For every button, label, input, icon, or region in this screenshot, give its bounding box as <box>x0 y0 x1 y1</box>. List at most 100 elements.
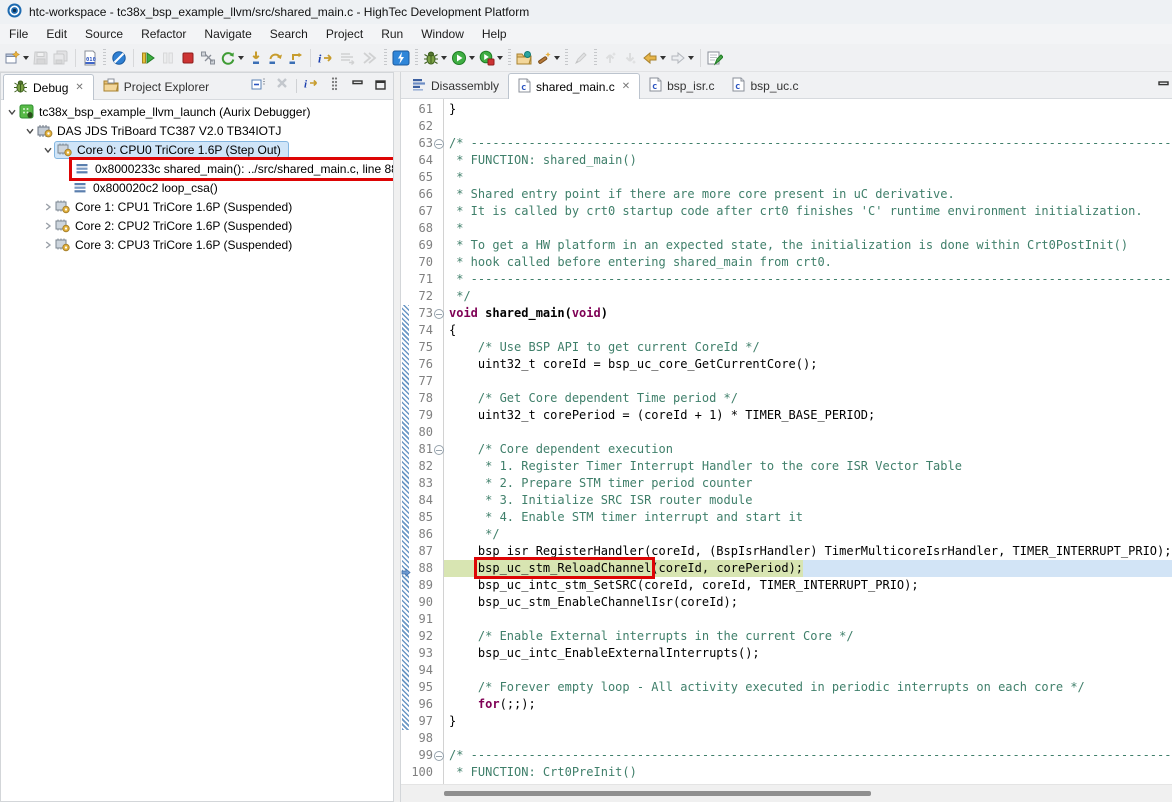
flash-device-button[interactable] <box>390 47 412 69</box>
code-line-89[interactable]: bsp_uc_intc_stm_SetSRC(coreId, coreId, T… <box>444 577 1172 594</box>
dropdown-caret-icon[interactable] <box>554 56 560 60</box>
code-line-84[interactable]: * 3. Initialize SRC ISR router module <box>444 492 1172 509</box>
code-line-92[interactable]: /* Enable External interrupts in the cur… <box>444 628 1172 645</box>
step-into-button[interactable] <box>246 47 266 69</box>
maximize-view-button[interactable] <box>372 77 389 94</box>
code-line-72[interactable]: */ <box>444 288 1172 305</box>
code-line-94[interactable] <box>444 662 1172 679</box>
dropdown-caret-icon[interactable] <box>497 56 503 60</box>
remove-terminated-button[interactable] <box>273 77 290 94</box>
horizontal-scrollbar[interactable] <box>401 784 1172 802</box>
code-line-66[interactable]: * Shared entry point if there are more c… <box>444 186 1172 203</box>
fold-collapse-icon[interactable] <box>434 139 444 149</box>
expanded-arrow-icon[interactable] <box>5 105 18 118</box>
code-line-87[interactable]: bsp_isr_RegisterHandler(coreId, (BspIsrH… <box>444 543 1172 560</box>
tree-row-3[interactable]: 0x8000233c shared_main(): ../src/shared_… <box>59 159 393 178</box>
binary-file-button[interactable]: 010 <box>80 47 100 69</box>
menu-window[interactable]: Window <box>412 25 473 43</box>
code-line-97[interactable]: } <box>444 713 1172 730</box>
tree-row-0[interactable]: tc38x_bsp_example_llvm_launch (Aurix Deb… <box>5 102 313 121</box>
expanded-arrow-icon[interactable] <box>41 143 54 156</box>
code-line-65[interactable]: * <box>444 169 1172 186</box>
tab-shared-main-c[interactable]: cshared_main.c✕ <box>508 73 640 99</box>
tree-row-1[interactable]: DAS JDS TriBoard TC387 V2.0 TB34IOTJ <box>23 121 284 140</box>
expanded-arrow-icon[interactable] <box>23 124 36 137</box>
dropdown-caret-icon[interactable] <box>688 56 694 60</box>
close-tab-icon[interactable]: ✕ <box>622 82 630 92</box>
editor-gutter[interactable]: 6162636465666768697071727374757677787980… <box>401 99 444 785</box>
code-line-96[interactable]: for(;;); <box>444 696 1172 713</box>
dropdown-caret-icon[interactable] <box>469 56 475 60</box>
code-line-64[interactable]: * FUNCTION: shared_main() <box>444 152 1172 169</box>
collapse-all-button[interactable] <box>250 77 267 94</box>
open-element-button[interactable] <box>514 47 534 69</box>
dropdown-caret-icon[interactable] <box>441 56 447 60</box>
code-line-81[interactable]: /* Core dependent execution <box>444 441 1172 458</box>
run-launch-button[interactable] <box>449 47 477 69</box>
forward-history-button[interactable] <box>668 47 696 69</box>
code-line-95[interactable]: /* Forever empty loop - All activity exe… <box>444 679 1172 696</box>
menu-project[interactable]: Project <box>317 25 372 43</box>
code-line-69[interactable]: * To get a HW platform in an expected st… <box>444 237 1172 254</box>
code-line-100[interactable]: * FUNCTION: Crt0PreInit() <box>444 764 1172 781</box>
minimize-view-button[interactable] <box>349 77 366 94</box>
menu-help[interactable]: Help <box>473 25 516 43</box>
current-debug-line[interactable]: bsp_uc_stm_ReloadChannel(coreId, corePer… <box>444 560 1172 577</box>
code-line-80[interactable] <box>444 424 1172 441</box>
code-line-99[interactable]: /* -------------------------------------… <box>444 747 1172 764</box>
code-line-74[interactable]: { <box>444 322 1172 339</box>
tree-row-4[interactable]: 0x800020c2 loop_csa() <box>59 178 221 197</box>
restart-button[interactable] <box>218 47 246 69</box>
tab-bsp-isr-c[interactable]: cbsp_isr.c <box>640 73 723 98</box>
code-line-93[interactable]: bsp_uc_intc_EnableExternalInterrupts(); <box>444 645 1172 662</box>
fold-collapse-icon[interactable] <box>434 751 444 761</box>
coverage-launch-button[interactable] <box>477 47 505 69</box>
view-menu-button[interactable] <box>326 77 343 94</box>
disconnect-button[interactable] <box>198 47 218 69</box>
code-line-78[interactable]: /* Get Core dependent Time period */ <box>444 390 1172 407</box>
code-line-71[interactable]: * --------------------------------------… <box>444 271 1172 288</box>
code-line-75[interactable]: /* Use BSP API to get current CoreId */ <box>444 339 1172 356</box>
collapsed-arrow-icon[interactable] <box>41 219 54 232</box>
tree-row-2[interactable]: Core 0: CPU0 TriCore 1.6P (Step Out) <box>41 140 289 159</box>
menu-source[interactable]: Source <box>76 25 132 43</box>
code-line-90[interactable]: bsp_uc_stm_EnableChannelIsr(coreId); <box>444 594 1172 611</box>
code-line-83[interactable]: * 2. Prepare STM timer period counter <box>444 475 1172 492</box>
code-line-73[interactable]: void shared_main(void) <box>444 305 1172 322</box>
tab-debug[interactable]: Debug✕ <box>3 74 94 100</box>
step-return-button[interactable] <box>286 47 306 69</box>
debug-launch-button[interactable] <box>421 47 449 69</box>
horizontal-scrollbar-thumb[interactable] <box>444 791 871 796</box>
code-line-70[interactable]: * hook called before entering shared_mai… <box>444 254 1172 271</box>
tree-row-6[interactable]: Core 2: CPU2 TriCore 1.6P (Suspended) <box>41 216 295 235</box>
instruction-stepping-button[interactable]: i <box>315 47 337 69</box>
collapsed-arrow-icon[interactable] <box>41 200 54 213</box>
code-line-79[interactable]: uint32_t corePeriod = (coreId + 1) * TIM… <box>444 407 1172 424</box>
code-editor[interactable]: } /* ------------------------------------… <box>401 99 1172 802</box>
fold-collapse-icon[interactable] <box>434 445 444 455</box>
tab-bsp-uc-c[interactable]: cbsp_uc.c <box>723 73 807 98</box>
tree-row-7[interactable]: Core 3: CPU3 TriCore 1.6P (Suspended) <box>41 235 295 254</box>
dropdown-caret-icon[interactable] <box>23 56 29 60</box>
tab-disassembly[interactable]: Disassembly <box>403 73 508 98</box>
collapsed-arrow-icon[interactable] <box>41 238 54 251</box>
step-over-button[interactable] <box>266 47 286 69</box>
fold-collapse-icon[interactable] <box>434 309 444 319</box>
search-wand-button[interactable] <box>534 47 562 69</box>
terminate-button[interactable] <box>178 47 198 69</box>
code-line-67[interactable]: * It is called by crt0 startup code afte… <box>444 203 1172 220</box>
dropdown-caret-icon[interactable] <box>238 56 244 60</box>
code-line-68[interactable]: * <box>444 220 1172 237</box>
menu-run[interactable]: Run <box>372 25 412 43</box>
code-line-77[interactable] <box>444 373 1172 390</box>
code-line-91[interactable] <box>444 611 1172 628</box>
instruction-pointer-button[interactable]: i <box>303 77 320 94</box>
code-line-86[interactable]: */ <box>444 526 1172 543</box>
menu-refactor[interactable]: Refactor <box>132 25 195 43</box>
resume-button[interactable] <box>138 47 158 69</box>
tab-project-explorer[interactable]: Project Explorer <box>94 74 218 99</box>
skip-breakpoints-button[interactable] <box>109 47 129 69</box>
menu-edit[interactable]: Edit <box>37 25 76 43</box>
code-line-82[interactable]: * 1. Register Timer Interrupt Handler to… <box>444 458 1172 475</box>
code-line-85[interactable]: * 4. Enable STM timer interrupt and star… <box>444 509 1172 526</box>
